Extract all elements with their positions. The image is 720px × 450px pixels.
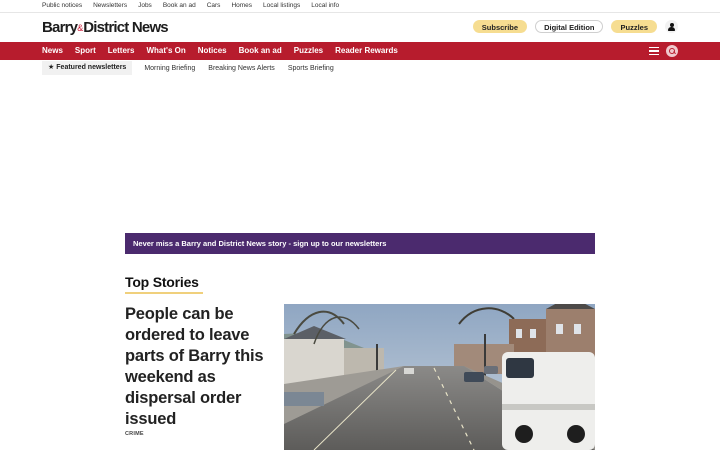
lead-story-category[interactable]: CRIME	[125, 431, 144, 437]
nav-tools	[649, 45, 678, 57]
featured-newsletters-chip[interactable]: ★ Featured newsletters	[42, 61, 133, 75]
nav-item-reader-rewards[interactable]: Reader Rewards	[335, 42, 398, 60]
utility-bar: Public notices Newsletters Jobs Book an …	[0, 0, 720, 12]
nav-item-book-an-ad[interactable]: Book an ad	[239, 42, 282, 60]
account-icon[interactable]	[665, 20, 678, 33]
nav-item-notices[interactable]: Notices	[198, 42, 227, 60]
puzzles-button[interactable]: Puzzles	[611, 20, 657, 33]
utility-link-public-notices[interactable]: Public notices	[42, 0, 82, 12]
star-icon: ★	[48, 64, 55, 71]
newsletter-link-breaking-news-alerts[interactable]: Breaking News Alerts	[208, 65, 275, 72]
main-nav: News Sport Letters What's On Notices Boo…	[0, 42, 720, 60]
lead-story-headline[interactable]: People can be ordered to leave parts of …	[125, 304, 275, 430]
nav-item-puzzles[interactable]: Puzzles	[294, 42, 323, 60]
digital-edition-button[interactable]: Digital Edition	[535, 20, 604, 33]
section-title-underline	[125, 292, 203, 294]
newsletter-strip: ★ Featured newsletters Morning Briefing B…	[0, 60, 720, 76]
search-icon[interactable]	[666, 45, 678, 57]
utility-link-local-info[interactable]: Local info	[311, 0, 339, 12]
masthead-actions: Subscribe Digital Edition Puzzles	[472, 20, 678, 33]
utility-link-jobs[interactable]: Jobs	[138, 0, 152, 12]
newsletter-link-morning-briefing[interactable]: Morning Briefing	[144, 65, 195, 72]
site-logo[interactable]: Barry&District News	[42, 19, 169, 36]
newsletter-promo-banner[interactable]: Never miss a Barry and District News sto…	[125, 233, 595, 254]
ad-space	[0, 76, 720, 233]
utility-link-homes[interactable]: Homes	[231, 0, 252, 12]
utility-link-book-an-ad[interactable]: Book an ad	[163, 0, 196, 12]
nav-item-letters[interactable]: Letters	[108, 42, 135, 60]
nav-item-news[interactable]: News	[42, 42, 63, 60]
utility-link-cars[interactable]: Cars	[207, 0, 221, 12]
menu-icon[interactable]	[649, 45, 660, 57]
logo-text-district-news: District News	[83, 19, 168, 36]
masthead: Barry&District News Subscribe Digital Ed…	[0, 12, 720, 42]
subscribe-button[interactable]: Subscribe	[472, 20, 528, 33]
logo-text-barry: Barry	[42, 19, 78, 36]
nav-item-sport[interactable]: Sport	[75, 42, 96, 60]
utility-link-newsletters[interactable]: Newsletters	[93, 0, 127, 12]
street-scene-illustration	[284, 304, 595, 450]
section-title-top-stories: Top Stories	[125, 274, 199, 290]
newsletter-link-sports-briefing[interactable]: Sports Briefing	[288, 65, 334, 72]
utility-link-local-listings[interactable]: Local listings	[263, 0, 300, 12]
lead-story-image[interactable]	[284, 304, 595, 450]
nav-item-whats-on[interactable]: What's On	[146, 42, 185, 60]
featured-newsletters-label: Featured newsletters	[56, 64, 127, 71]
